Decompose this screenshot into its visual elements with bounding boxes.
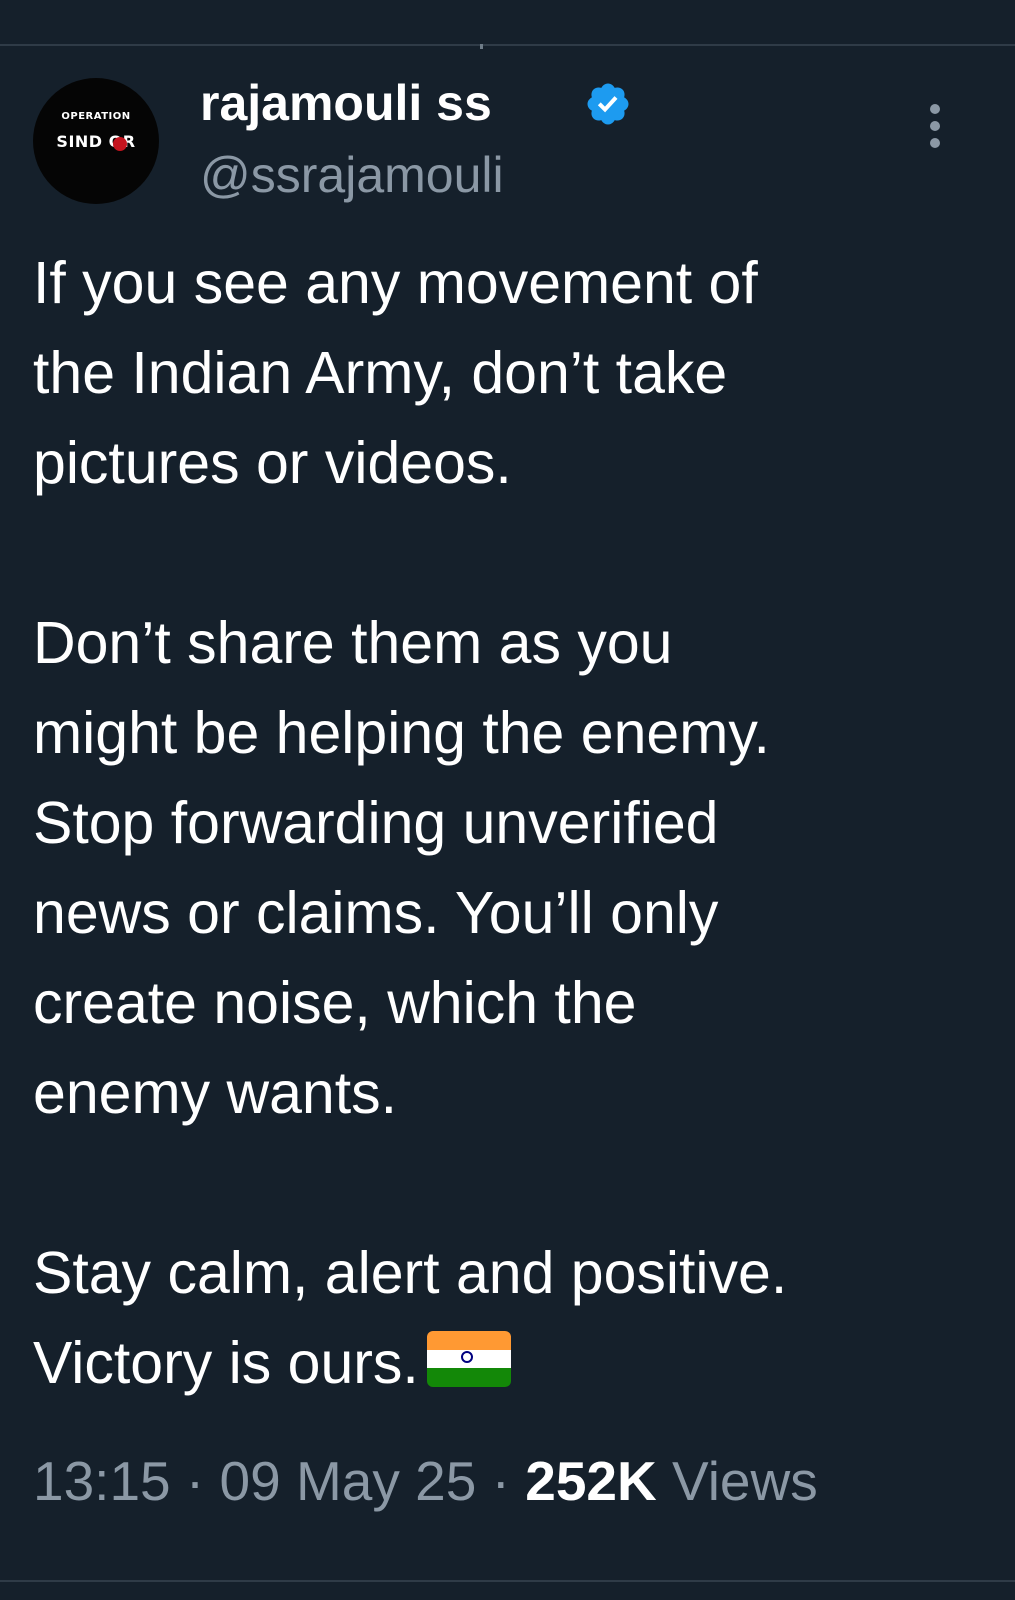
tweet-time[interactable]: 13:15	[33, 1450, 171, 1512]
views-label: Views	[672, 1450, 818, 1512]
meta-separator: ·	[185, 1450, 205, 1512]
tweet-meta: 13:15 · 09 May 25 · 252K Views	[33, 1446, 818, 1516]
avatar[interactable]: OPERATION SIND OR	[33, 78, 159, 204]
author-display-name[interactable]: rajamouli ss	[200, 74, 492, 132]
avatar-text-top: OPERATION	[61, 111, 131, 122]
verified-badge-icon	[587, 83, 629, 125]
avatar-red-dot-icon	[113, 137, 127, 151]
views-count[interactable]: 252K	[525, 1450, 656, 1512]
author-handle[interactable]: @ssrajamouli	[200, 146, 504, 204]
avatar-text-bottom: SIND OR	[56, 132, 136, 151]
tweet-paragraph-1: If you see any movement of the Indian Ar…	[33, 250, 758, 496]
tweet-paragraph-2: Don’t share them as you might be helping…	[33, 610, 770, 1126]
tweet-date[interactable]: 09 May 25	[220, 1450, 477, 1512]
top-divider	[0, 44, 1015, 46]
tweet-text: If you see any movement of the Indian Ar…	[33, 238, 993, 1408]
tweet-paragraph-3-text: Stay calm, alert and positive. Victory i…	[33, 1240, 788, 1396]
more-options-icon[interactable]	[920, 104, 950, 148]
thread-connector	[480, 44, 483, 49]
bottom-divider	[0, 1580, 1015, 1582]
meta-separator: ·	[491, 1450, 510, 1512]
india-flag-icon	[426, 1331, 511, 1387]
tweet-paragraph-3: Stay calm, alert and positive. Victory i…	[33, 1228, 993, 1408]
